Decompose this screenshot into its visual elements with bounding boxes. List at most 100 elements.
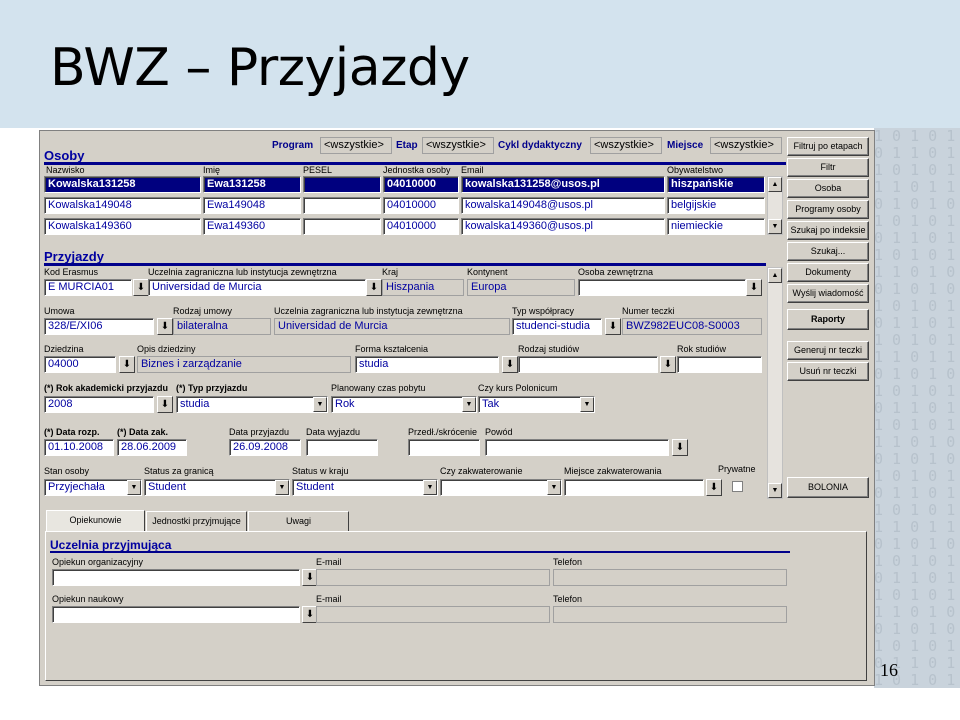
prywatne-checkbox[interactable] <box>732 481 743 492</box>
osoba-button[interactable]: Osoba <box>787 179 869 198</box>
opiekun-org-field[interactable] <box>52 569 300 586</box>
row-jednostka[interactable]: 04010000 <box>383 218 459 235</box>
opis-dziedziny-label: Opis dziedziny <box>137 344 196 354</box>
row-email[interactable]: kowalska149048@usos.pl <box>461 197 665 214</box>
row-email[interactable]: kowalska149360@usos.pl <box>461 218 665 235</box>
status-gr-select[interactable]: Student <box>144 479 290 496</box>
opis-dziedziny-field: Biznes i zarządzanie <box>137 356 351 373</box>
rodzaj-studiow-lookup-icon[interactable]: ⬇ <box>660 356 676 373</box>
osoba-zew-field[interactable] <box>578 279 746 296</box>
typ-wsp-lookup-icon[interactable]: ⬇ <box>605 318 621 335</box>
row-pesel[interactable] <box>303 218 381 235</box>
program-field[interactable]: <wszystkie> <box>320 137 392 154</box>
powod-field[interactable] <box>485 439 669 456</box>
row-obywatelstwo[interactable]: belgijskie <box>667 197 765 214</box>
uczelnia-label: Uczelnia zagraniczna lub instytucja zewn… <box>148 267 337 277</box>
row-pesel[interactable] <box>303 197 381 214</box>
scroll-down-icon[interactable]: ▼ <box>768 219 782 234</box>
row-jednostka[interactable]: 04010000 <box>383 197 459 214</box>
row-nazwisko[interactable]: Kowalska149048 <box>44 197 201 214</box>
scroll-up-icon[interactable]: ▲ <box>768 177 782 192</box>
numer-teczki-field: BWZ982EUC08-S0003 <box>622 318 762 335</box>
usun-nr-teczki-button[interactable]: Usuń nr teczki <box>787 362 869 381</box>
row-imie[interactable]: Ewa149360 <box>203 218 301 235</box>
wyslij-wiadomosc-button[interactable]: Wyślij wiadomość <box>787 284 869 303</box>
kod-erasmus-lookup-icon[interactable]: ⬇ <box>133 279 149 296</box>
forma-lookup-icon[interactable]: ⬇ <box>502 356 518 373</box>
data-przyj-field[interactable]: 26.09.2008 <box>229 439 301 456</box>
uczelnia-przyj-divider <box>50 551 790 553</box>
szukaj-button[interactable]: Szukaj... <box>787 242 869 261</box>
row-obywatelstwo[interactable]: hiszpańskie <box>667 176 765 193</box>
umowa-field[interactable]: 328/E/XI06 <box>44 318 154 335</box>
rok-akad-field[interactable]: 2008 <box>44 396 154 413</box>
uczelnia-lookup-icon[interactable]: ⬇ <box>366 279 382 296</box>
scroll-up-icon[interactable]: ▲ <box>768 268 782 283</box>
dziedzina-field[interactable]: 04000 <box>44 356 116 373</box>
opiekun-nauk-field[interactable] <box>52 606 300 623</box>
row-imie[interactable]: Ewa149048 <box>203 197 301 214</box>
row-nazwisko[interactable]: Kowalska131258 <box>44 176 201 193</box>
szukaj-indeks-button[interactable]: Szukaj po indeksie <box>787 221 869 240</box>
bolonia-button[interactable]: BOLONIA <box>787 477 869 498</box>
uczelnia-field[interactable]: Universidad de Murcia <box>148 279 366 296</box>
tab-uwagi[interactable]: Uwagi <box>248 511 349 531</box>
filtr-button[interactable]: Filtr <box>787 158 869 177</box>
filtruj-button[interactable]: Filtruj po etapach <box>787 137 869 156</box>
status-kr-select[interactable]: Student <box>292 479 438 496</box>
kurs-select[interactable]: Tak <box>478 396 595 413</box>
miejsce-zakw-label: Miejsce zakwaterowania <box>564 466 662 476</box>
slide-title: BWZ – Przyjazdy <box>50 38 470 98</box>
powod-lookup-icon[interactable]: ⬇ <box>672 439 688 456</box>
programy-button[interactable]: Programy osoby <box>787 200 869 219</box>
chevron-down-icon[interactable]: ▼ <box>313 397 327 412</box>
data-zak-field[interactable]: 28.06.2009 <box>117 439 187 456</box>
chevron-down-icon[interactable]: ▼ <box>127 480 141 495</box>
miejsce-zakw-field[interactable] <box>564 479 704 496</box>
typ-przyj-select[interactable]: studia <box>176 396 328 413</box>
plan-czas-select[interactable]: Rok <box>331 396 477 413</box>
chevron-down-icon[interactable]: ▼ <box>275 480 289 495</box>
umowa-lookup-icon[interactable]: ⬇ <box>157 318 173 335</box>
kod-erasmus-field[interactable]: E MURCIA01 <box>44 279 132 296</box>
generuj-nr-teczki-button[interactable]: Generuj nr teczki <box>787 341 869 360</box>
chevron-down-icon[interactable]: ▼ <box>580 397 594 412</box>
rok-akad-lookup-icon[interactable]: ⬇ <box>157 396 173 413</box>
przedl-field[interactable] <box>408 439 480 456</box>
opiekun-org-email <box>316 569 550 586</box>
data-wyj-field[interactable] <box>306 439 378 456</box>
row-nazwisko[interactable]: Kowalska149360 <box>44 218 201 235</box>
dokumenty-button[interactable]: Dokumenty <box>787 263 869 282</box>
miejsce-zakw-lookup-icon[interactable]: ⬇ <box>706 479 722 496</box>
row-pesel[interactable] <box>303 176 381 193</box>
osoby-scrollbar[interactable]: ▲ ▼ <box>767 176 783 235</box>
chevron-down-icon[interactable]: ▼ <box>547 480 561 495</box>
email-label: E-mail <box>316 594 342 604</box>
row-jednostka[interactable]: 04010000 <box>383 176 459 193</box>
tab-opiekunowie[interactable]: Opiekunowie <box>46 510 145 532</box>
typ-wsp-field[interactable]: studenci-studia <box>512 318 602 335</box>
row-imie[interactable]: Ewa131258 <box>203 176 301 193</box>
tab-jednostki-przyjmujace[interactable]: Jednostki przyjmujące <box>146 511 247 531</box>
umowa-label: Umowa <box>44 306 75 316</box>
chevron-down-icon[interactable]: ▼ <box>462 397 476 412</box>
chevron-down-icon[interactable]: ▼ <box>423 480 437 495</box>
dziedzina-lookup-icon[interactable]: ⬇ <box>119 356 135 373</box>
rodzaj-studiow-field[interactable] <box>518 356 658 373</box>
row-email[interactable]: kowalska131258@usos.pl <box>461 176 665 193</box>
rok-studiow-field[interactable] <box>677 356 762 373</box>
uczelnia2-field: Universidad de Murcia <box>274 318 510 335</box>
etap-field[interactable]: <wszystkie> <box>422 137 494 154</box>
przyjazdy-scrollbar[interactable]: ▲ ▼ <box>767 267 783 499</box>
raporty-button[interactable]: Raporty <box>787 309 869 330</box>
cykl-field[interactable]: <wszystkie> <box>590 137 662 154</box>
opiekun-nauk-label: Opiekun naukowy <box>52 594 124 604</box>
scroll-down-icon[interactable]: ▼ <box>768 483 782 498</box>
col-nazwisko: Nazwisko <box>46 165 85 175</box>
osoba-zew-lookup-icon[interactable]: ⬇ <box>746 279 762 296</box>
zakw-select[interactable] <box>440 479 562 496</box>
miejsce-field[interactable]: <wszystkie> <box>710 137 782 154</box>
data-rozp-field[interactable]: 01.10.2008 <box>44 439 114 456</box>
forma-field[interactable]: studia <box>355 356 499 373</box>
row-obywatelstwo[interactable]: niemieckie <box>667 218 765 235</box>
